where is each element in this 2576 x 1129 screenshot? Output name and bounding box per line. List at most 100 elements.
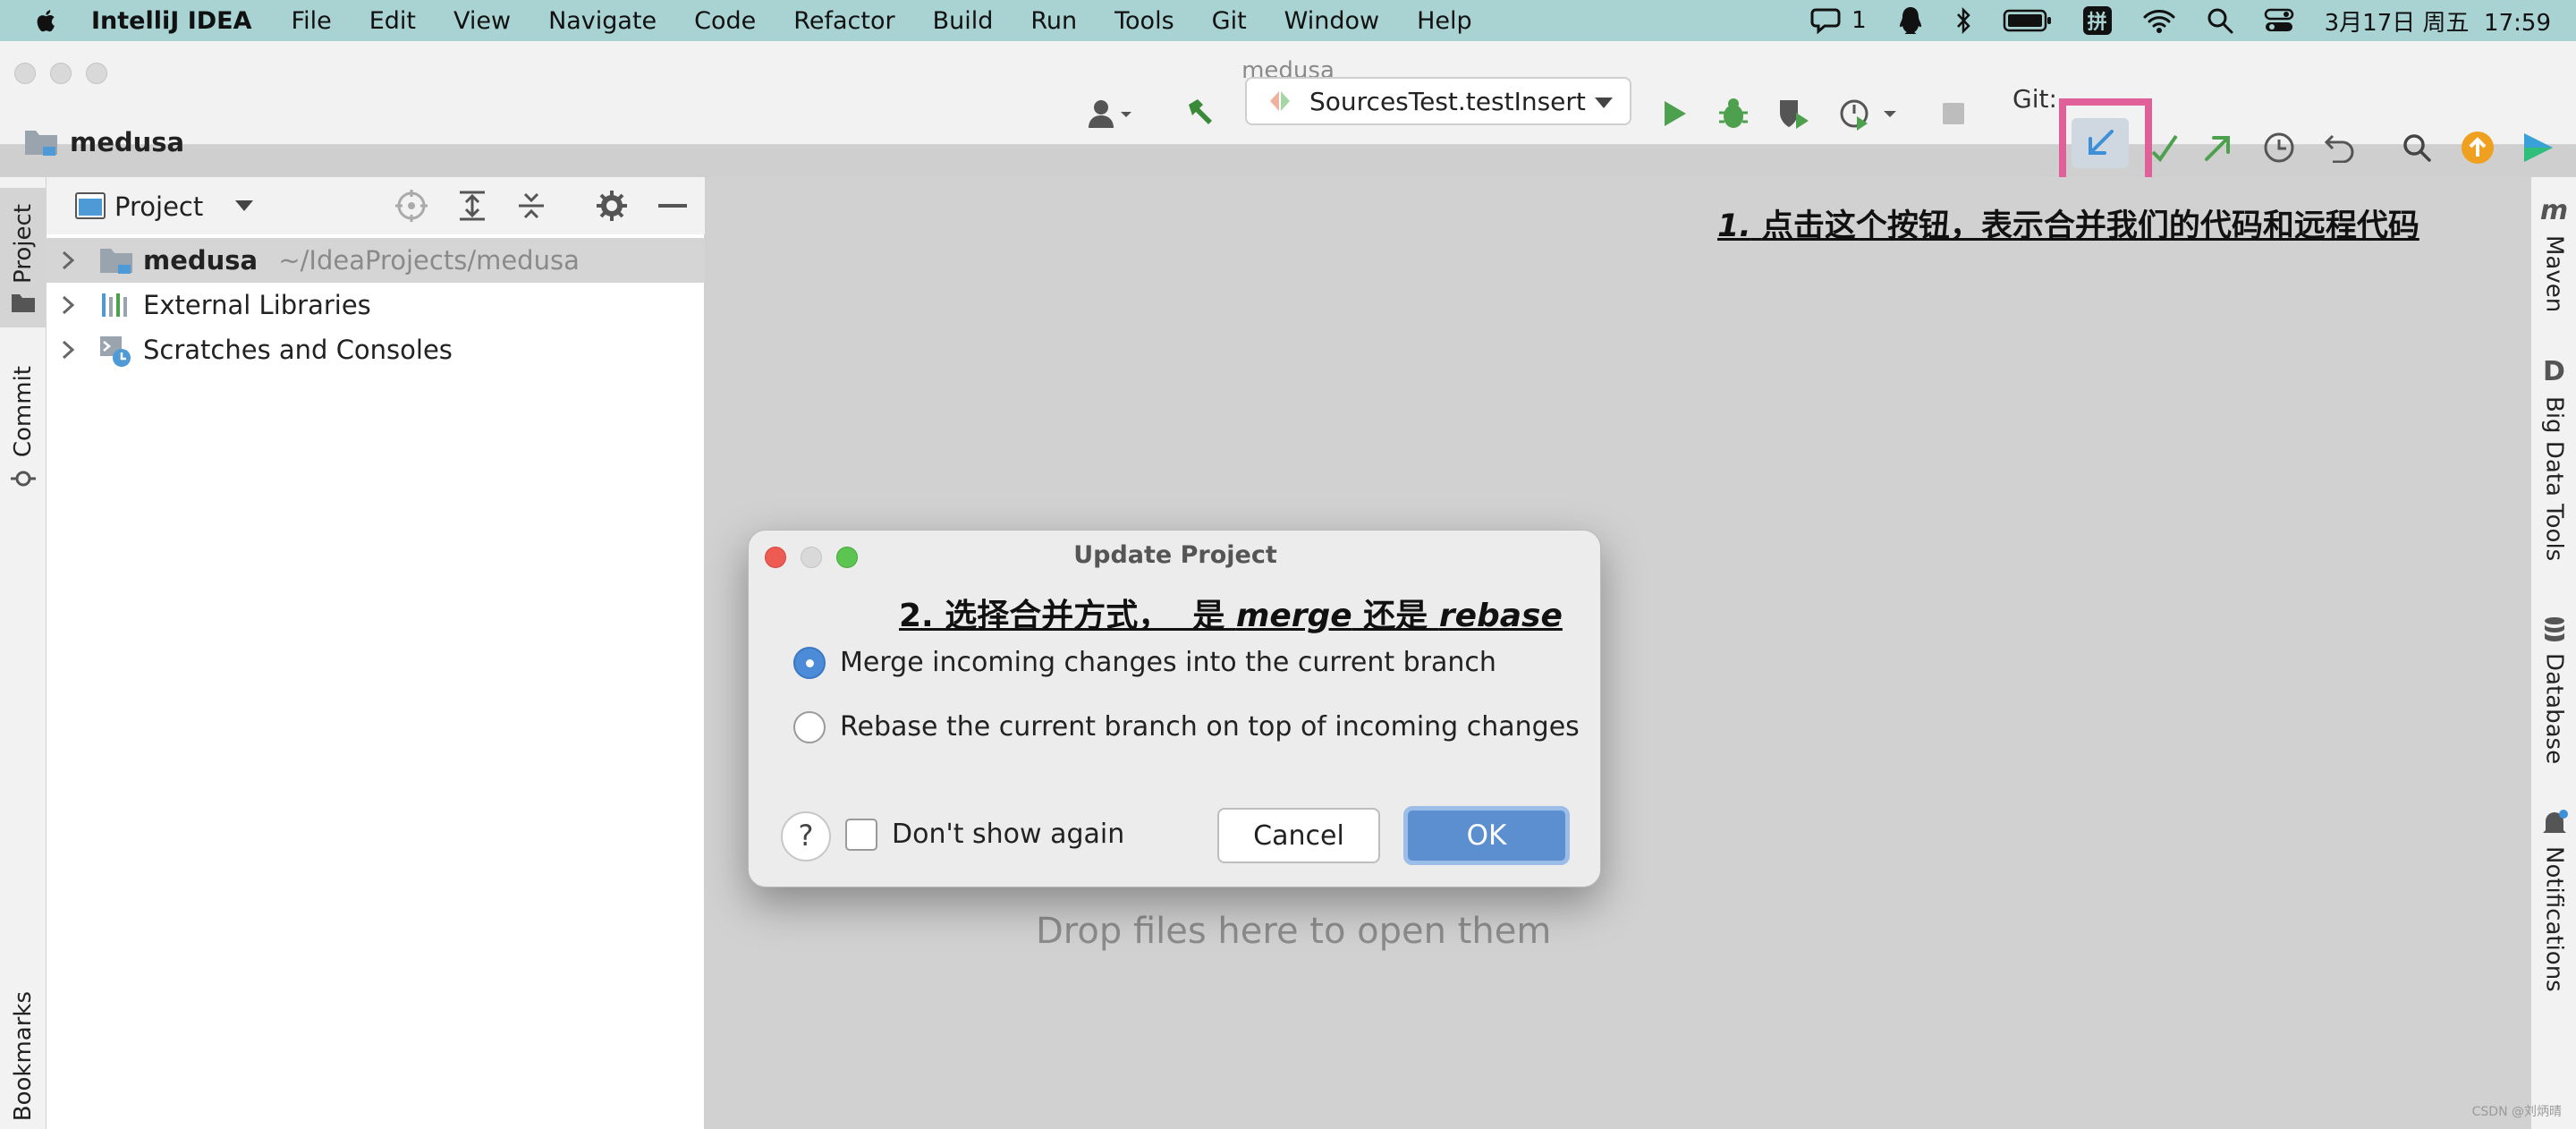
battery-icon[interactable] <box>2003 9 2053 32</box>
bell-icon <box>2542 810 2568 833</box>
undo-icon <box>2324 134 2354 163</box>
tree-item-scratches[interactable]: Scratches and Consoles <box>47 327 705 372</box>
dont-show-again-checkbox[interactable] <box>845 819 877 851</box>
coverage-shield-icon <box>1780 100 1809 129</box>
update-project-dialog: Update Project 2. 选择合并方式， 是 merge 还是 reb… <box>748 530 1601 887</box>
chevron-right-icon[interactable] <box>61 340 75 360</box>
build-project-button[interactable] <box>1179 91 1224 136</box>
rebase-radio-label[interactable]: Rebase the current branch on top of inco… <box>840 711 1580 743</box>
input-method-label: 拼 <box>2087 12 2107 34</box>
scratches-icon <box>100 336 131 367</box>
apple-logo-icon[interactable] <box>34 6 59 35</box>
menu-run[interactable]: Run <box>1030 7 1077 35</box>
annotation-step-2-mid: 还是 <box>1352 598 1439 634</box>
collapse-all-icon[interactable] <box>515 190 547 222</box>
wifi-icon[interactable] <box>2142 7 2176 34</box>
account-menu-button[interactable] <box>1079 91 1141 136</box>
menu-tools[interactable]: Tools <box>1114 7 1174 35</box>
merge-radio-label[interactable]: Merge incoming changes into the current … <box>840 647 1496 678</box>
menu-edit[interactable]: Edit <box>369 7 416 35</box>
tool-tab-database[interactable]: Database <box>2531 615 2576 764</box>
stop-button[interactable] <box>1934 91 1973 136</box>
bluetooth-icon[interactable] <box>1954 6 1972 35</box>
git-update-project-button[interactable] <box>2072 118 2129 168</box>
minimize-icon[interactable] <box>658 204 687 209</box>
tool-tab-big-data-tools-label: Big Data Tools <box>2540 396 2568 562</box>
git-push-button[interactable] <box>2199 125 2238 170</box>
bug-icon <box>1719 98 1748 128</box>
menu-build[interactable]: Build <box>933 7 994 35</box>
menu-git[interactable]: Git <box>1212 7 1247 35</box>
profiler-icon <box>1840 99 1896 131</box>
tool-tab-commit-label: Commit <box>10 365 37 458</box>
help-button[interactable]: ? <box>781 811 831 862</box>
tool-tab-project-label: Project <box>10 203 37 284</box>
annotation-step-2-prefix: 2. 选择合并方式， 是 <box>899 598 1236 634</box>
tool-tab-commit[interactable]: Commit <box>0 361 47 496</box>
menu-window[interactable]: Window <box>1284 7 1379 35</box>
tool-tab-notifications[interactable]: Notifications <box>2531 809 2576 992</box>
commit-icon <box>11 471 36 487</box>
cancel-button[interactable]: Cancel <box>1217 808 1380 863</box>
menu-bar-clock[interactable]: 3月17日 周五 17:59 <box>2325 4 2551 38</box>
ok-button[interactable]: OK <box>1403 806 1570 865</box>
chevron-right-icon[interactable] <box>61 250 75 270</box>
tree-item-external-libraries[interactable]: External Libraries <box>47 283 705 327</box>
run-button[interactable] <box>1655 91 1694 136</box>
project-panel-header: Project <box>47 177 705 234</box>
annotation-step-1-text: 点击这个按钮，表示合并我们的代码和远程代码 <box>1761 208 2419 244</box>
control-center-icon[interactable] <box>2264 7 2294 34</box>
folder-icon <box>25 131 57 156</box>
left-tool-window-strip: Project Commit Bookmarks <box>0 177 47 1129</box>
menu-help[interactable]: Help <box>1417 7 1472 35</box>
chat-status-item[interactable]: 1 <box>1810 6 1867 35</box>
git-commit-button[interactable] <box>2145 125 2184 170</box>
menu-app-name[interactable]: IntelliJ IDEA <box>91 7 252 35</box>
chevron-right-icon[interactable] <box>61 295 75 315</box>
menu-code[interactable]: Code <box>694 7 756 35</box>
profiler-menu-button[interactable] <box>1835 91 1903 136</box>
folder-icon <box>12 294 35 313</box>
annotation-step-1-number: 1. <box>1717 208 1751 244</box>
tool-tab-big-data-tools[interactable]: D Big Data Tools <box>2531 356 2576 561</box>
git-toolbar-label: Git: <box>2012 84 2057 114</box>
project-tool-window: Project medusa ~/IdeaProjects/medusa Ext… <box>47 177 705 1129</box>
code-with-me-icon <box>2524 133 2553 162</box>
run-with-coverage-button[interactable] <box>1775 91 1814 136</box>
arrow-down-left-icon <box>2089 130 2114 155</box>
locate-file-icon[interactable] <box>395 190 428 222</box>
tool-tab-maven-label: Maven <box>2540 235 2568 313</box>
ide-update-button[interactable] <box>2458 125 2497 170</box>
input-method-indicator[interactable]: 拼 <box>2082 6 2112 35</box>
debug-button[interactable] <box>1714 91 1753 136</box>
tool-tab-bookmarks[interactable]: Bookmarks <box>0 989 47 1124</box>
chat-count: 1 <box>1852 7 1867 34</box>
annotation-step-2-merge: merge <box>1235 598 1352 634</box>
search-everywhere-button[interactable] <box>2397 125 2436 170</box>
tool-tab-project[interactable]: Project <box>0 191 47 326</box>
menu-navigate[interactable]: Navigate <box>548 7 657 35</box>
qq-penguin-icon[interactable] <box>1897 5 1924 36</box>
menu-file[interactable]: File <box>292 7 332 35</box>
gear-icon[interactable] <box>596 190 628 222</box>
run-configuration-label: SourcesTest.testInsert <box>1309 86 1586 116</box>
rebase-radio[interactable] <box>793 711 826 743</box>
git-rollback-button[interactable] <box>2320 125 2360 170</box>
menu-view[interactable]: View <box>453 7 511 35</box>
tool-tab-maven[interactable]: m Maven <box>2531 195 2576 312</box>
expand-all-icon[interactable] <box>456 190 488 222</box>
dont-show-again-label[interactable]: Don't show again <box>892 819 1124 850</box>
update-arrow-icon <box>2462 132 2494 164</box>
project-breadcrumb[interactable]: medusa <box>23 127 184 157</box>
run-configuration-selector[interactable]: SourcesTest.testInsert <box>1245 77 1631 125</box>
jetbrains-toolbox-button[interactable] <box>2519 125 2558 170</box>
chevron-down-icon[interactable] <box>234 199 254 212</box>
run-config-icon <box>1270 91 1290 111</box>
menu-refactor[interactable]: Refactor <box>793 7 894 35</box>
merge-radio[interactable] <box>793 647 826 679</box>
git-history-button[interactable] <box>2259 125 2299 170</box>
tree-item-medusa[interactable]: medusa ~/IdeaProjects/medusa <box>47 238 705 283</box>
right-tool-window-strip: m Maven D Big Data Tools Database Notifi… <box>2530 177 2576 1129</box>
spotlight-search-icon[interactable] <box>2207 7 2233 34</box>
project-panel-title[interactable]: Project <box>114 191 203 222</box>
